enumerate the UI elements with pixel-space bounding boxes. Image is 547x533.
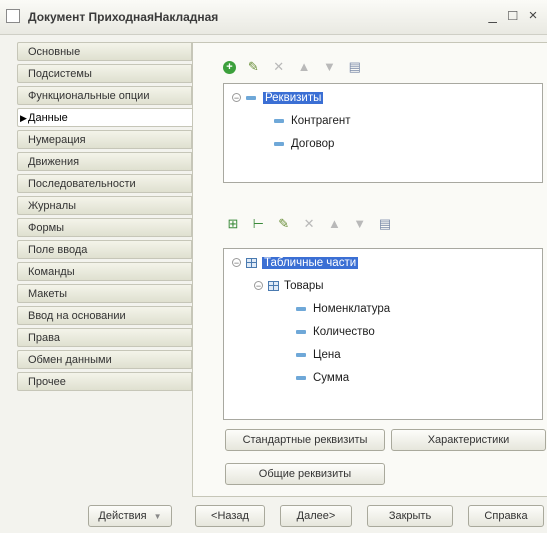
sidebar-item-label: Данные [28, 112, 68, 124]
add-column-icon[interactable]: ⊢ [250, 216, 266, 232]
move-up-icon[interactable]: ▲ [326, 216, 342, 232]
tree-node-sum[interactable]: Сумма [296, 370, 349, 386]
collapse-icon[interactable]: − [232, 258, 241, 268]
move-down-icon[interactable]: ▼ [352, 216, 368, 232]
tabular-sections-tree[interactable]: − Табличные части − Товары Номенклатура Ко… [223, 248, 543, 420]
sidebar-item-podsistemy[interactable]: Подсистемы [17, 64, 192, 83]
attribute-icon [296, 375, 306, 380]
maximize-button[interactable]: □ [507, 7, 521, 24]
table-icon [268, 280, 279, 291]
tabular-sections-toolbar: ⊞ ⊢ ✎ ✕ ▲ ▼ ▤ [225, 216, 399, 236]
tree-node-nomenclature[interactable]: Номенклатура [296, 301, 390, 317]
sidebar-item-functional-options[interactable]: Функциональные опции [17, 86, 192, 105]
move-down-icon[interactable]: ▼ [321, 59, 337, 75]
back-button[interactable]: <Назад [195, 505, 265, 527]
sidebar-item-numbering[interactable]: Нумерация [17, 130, 192, 149]
data-section-panel: + ✎ ✕ ▲ ▼ ▤ − Реквизиты Контрагент Догово… [192, 42, 547, 497]
collapse-icon[interactable]: − [254, 281, 263, 291]
sidebar-item-osnovnye[interactable]: Основные [17, 42, 192, 61]
actions-button[interactable]: Действия ▼ [88, 505, 172, 527]
sidebar-item-commands[interactable]: Команды [17, 262, 192, 281]
footer-bar: Действия ▼ <Назад Далее> Закрыть Справка [0, 497, 547, 533]
close-button[interactable]: Закрыть [367, 505, 453, 527]
chevron-down-icon: ▼ [153, 512, 162, 521]
delete-icon[interactable]: ✕ [301, 216, 317, 232]
tree-node-price[interactable]: Цена [296, 347, 341, 363]
attribute-icon [296, 352, 306, 357]
attributes-toolbar: + ✎ ✕ ▲ ▼ ▤ [223, 59, 369, 79]
document-icon [6, 9, 20, 23]
sidebar-item-dannye[interactable]: ▶ Данные [17, 108, 199, 127]
collapse-icon[interactable]: − [232, 93, 241, 103]
common-attributes-button[interactable]: Общие реквизиты [225, 463, 385, 485]
sidebar-item-sequences[interactable]: Последовательности [17, 174, 192, 193]
attribute-icon [274, 141, 284, 146]
tree-node-quantity[interactable]: Количество [296, 324, 375, 340]
sections-sidebar: Основные Подсистемы Функциональные опции… [17, 42, 199, 394]
tree-node-tabular-sections[interactable]: − Табличные части [232, 255, 359, 271]
close-window-button[interactable]: × [527, 7, 541, 24]
tree-node-counterparty[interactable]: Контрагент [274, 113, 350, 129]
tree-node-goods[interactable]: − Товары [254, 278, 324, 294]
tree-node-attributes[interactable]: − Реквизиты [232, 90, 324, 106]
sidebar-item-other[interactable]: Прочее [17, 372, 192, 391]
attributes-tree[interactable]: − Реквизиты Контрагент Договор [223, 83, 543, 183]
minimize-button[interactable]: _ [487, 7, 501, 24]
window-title: Документ ПриходнаяНакладная [28, 10, 219, 24]
attribute-icon [246, 95, 256, 100]
sidebar-item-movements[interactable]: Движения [17, 152, 192, 171]
tree-node-contract[interactable]: Договор [274, 136, 334, 152]
help-button[interactable]: Справка [468, 505, 544, 527]
edit-icon[interactable]: ✎ [276, 216, 292, 232]
standard-attributes-button[interactable]: Стандартные реквизиты [225, 429, 385, 451]
sidebar-item-data-exchange[interactable]: Обмен данными [17, 350, 192, 369]
attribute-icon [296, 329, 306, 334]
next-button[interactable]: Далее> [280, 505, 352, 527]
title-bar: Документ ПриходнаяНакладная _ □ × [0, 0, 547, 35]
add-table-icon[interactable]: ⊞ [225, 216, 241, 232]
active-arrow-icon: ▶ [20, 113, 27, 123]
characteristics-button[interactable]: Характеристики [391, 429, 546, 451]
sidebar-item-input-field[interactable]: Поле ввода [17, 240, 192, 259]
document-editor-window: Документ ПриходнаяНакладная _ □ × Основн… [0, 0, 547, 533]
sort-list-icon[interactable]: ▤ [377, 216, 393, 232]
add-icon[interactable]: + [223, 60, 236, 74]
sidebar-item-input-based-on[interactable]: Ввод на основании [17, 306, 192, 325]
window-controls: _ □ × [487, 7, 541, 24]
sidebar-item-journals[interactable]: Журналы [17, 196, 192, 215]
attribute-icon [274, 118, 284, 123]
sidebar-item-layouts[interactable]: Макеты [17, 284, 192, 303]
delete-icon[interactable]: ✕ [271, 59, 287, 75]
sidebar-item-rights[interactable]: Права [17, 328, 192, 347]
table-icon [246, 257, 257, 268]
actions-label: Действия [98, 510, 147, 522]
edit-icon[interactable]: ✎ [245, 59, 261, 75]
move-up-icon[interactable]: ▲ [296, 59, 312, 75]
sort-list-icon[interactable]: ▤ [347, 59, 363, 75]
sidebar-item-forms[interactable]: Формы [17, 218, 192, 237]
attribute-icon [296, 306, 306, 311]
